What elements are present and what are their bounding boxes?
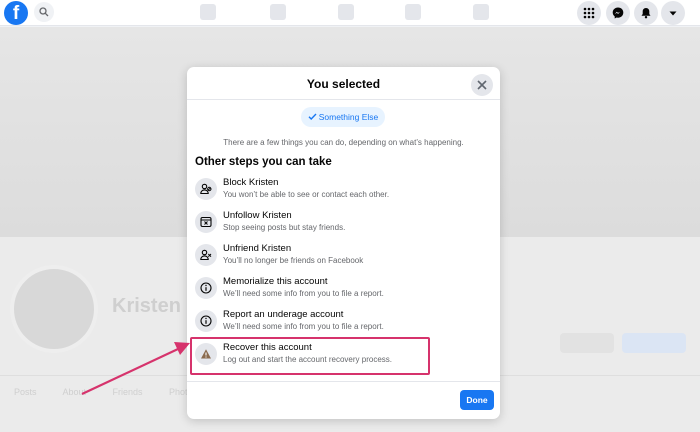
- profile-avatar: [10, 265, 98, 353]
- unfollow-icon: [195, 211, 217, 233]
- option-title: Unfollow Kristen: [223, 210, 292, 221]
- selected-option-label: Something Else: [318, 112, 379, 122]
- close-button[interactable]: [471, 74, 493, 96]
- dialog-title: You selected: [306, 77, 381, 91]
- intro-text: There are a few things you can do, depen…: [223, 138, 464, 147]
- bell-icon: [641, 8, 651, 19]
- profile-action-button: [560, 333, 614, 353]
- selected-option-chip: Something Else: [301, 107, 385, 127]
- profile-primary-button: [622, 333, 686, 353]
- option-memorialize[interactable]: Memorialize this account We’ll need some…: [195, 274, 492, 304]
- marketplace-nav-icon[interactable]: [338, 4, 354, 20]
- account-button[interactable]: [661, 1, 685, 25]
- option-report-underage[interactable]: Report an underage account We’ll need so…: [195, 307, 492, 337]
- option-subtitle: You won’t be able to see or contact each…: [223, 190, 390, 199]
- gaming-nav-icon[interactable]: [473, 4, 489, 20]
- option-subtitle: We’ll need some info from you to file a …: [223, 289, 384, 298]
- groups-nav-icon[interactable]: [405, 4, 421, 20]
- option-subtitle: We’ll need some info from you to file a …: [223, 322, 384, 331]
- logo-letter: f: [12, 3, 20, 24]
- you-selected-dialog: You selected Something Else There are a …: [187, 67, 500, 419]
- info-icon: [195, 277, 217, 299]
- watch-nav-icon[interactable]: [270, 4, 286, 20]
- messenger-icon: [612, 7, 624, 19]
- option-title: Report an underage account: [223, 309, 344, 320]
- option-title: Unfriend Kristen: [223, 243, 292, 254]
- menu-button[interactable]: [577, 1, 601, 25]
- unfriend-icon: [195, 244, 217, 266]
- dialog-header-divider: [187, 99, 500, 100]
- home-nav-icon[interactable]: [200, 4, 216, 20]
- option-title: Memorialize this account: [223, 276, 328, 287]
- search-icon: [39, 7, 49, 17]
- chevron-down-icon: [669, 11, 677, 16]
- block-user-icon: [195, 178, 217, 200]
- notifications-button[interactable]: [634, 1, 658, 25]
- section-heading: Other steps you can take: [195, 156, 332, 168]
- option-unfriend[interactable]: Unfriend Kristen You’ll no longer be fri…: [195, 241, 492, 271]
- info-icon: [195, 310, 217, 332]
- option-subtitle: You’ll no longer be friends on Facebook: [223, 256, 364, 265]
- grid-menu-icon: [583, 7, 595, 19]
- messenger-button[interactable]: [606, 1, 630, 25]
- option-block[interactable]: Block Kristen You won’t be able to see o…: [195, 175, 492, 205]
- check-icon: [308, 113, 317, 121]
- facebook-logo-icon[interactable]: f: [4, 1, 28, 25]
- top-nav-bar: f: [0, 0, 700, 26]
- dialog-footer-divider: [187, 381, 500, 382]
- search-button[interactable]: [34, 2, 54, 22]
- close-icon: [477, 80, 487, 90]
- option-unfollow[interactable]: Unfollow Kristen Stop seeing posts but s…: [195, 208, 492, 238]
- highlight-annotation-box: [190, 337, 430, 375]
- done-button[interactable]: Done: [460, 390, 494, 410]
- option-subtitle: Stop seeing posts but stay friends.: [223, 223, 346, 232]
- option-title: Block Kristen: [223, 177, 279, 188]
